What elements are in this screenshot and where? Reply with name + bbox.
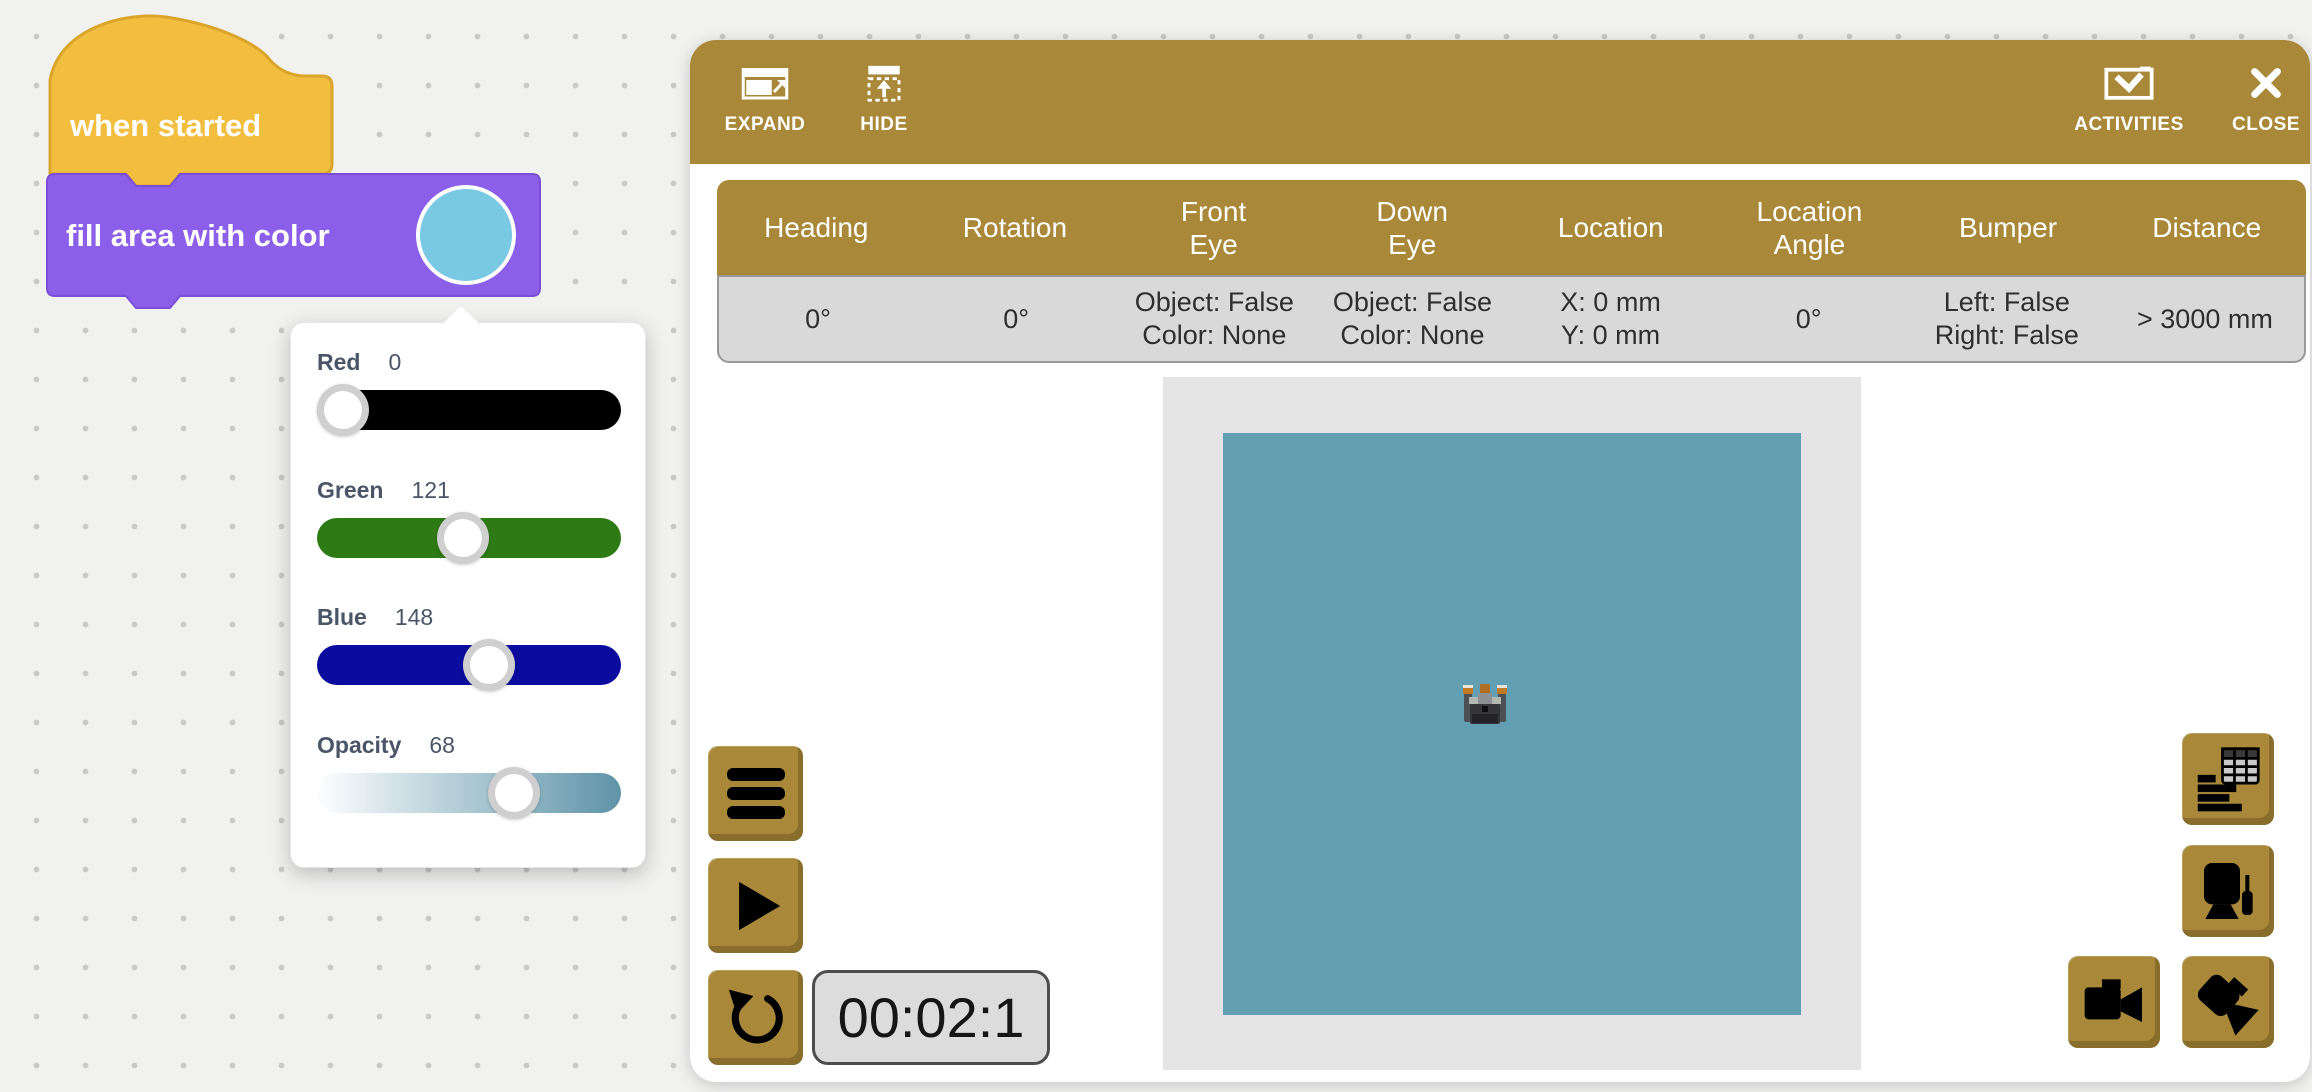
col-down-eye: DownEye: [1313, 180, 1512, 275]
close-label: CLOSE: [2232, 114, 2300, 136]
expand-button[interactable]: EXPAND: [715, 56, 815, 152]
timer-display: 00:02:1: [812, 970, 1050, 1065]
col-location: Location: [1512, 180, 1711, 275]
reset-button[interactable]: [708, 970, 803, 1065]
activities-button[interactable]: ACTIVITIES: [2064, 56, 2194, 152]
camera-view-button[interactable]: [2182, 845, 2274, 937]
green-slider-value: 121: [411, 477, 449, 504]
blue-slider-track[interactable]: [317, 645, 621, 685]
sensor-dashboard-table: Heading Rotation FrontEye DownEye Locati…: [717, 180, 2306, 363]
fill-area-block[interactable]: fill area with color: [47, 174, 540, 308]
color-picker-popup: Red 0 Green 121 Blue 148 Opacity 68: [290, 322, 646, 868]
page: { "blocks": { "when_started": "when star…: [0, 0, 2312, 1092]
hide-button[interactable]: HIDE: [834, 56, 934, 152]
red-slider-row: Red 0: [317, 349, 621, 430]
col-rotation: Rotation: [916, 180, 1115, 275]
video-camera-tilted-icon: [2183, 957, 2273, 1047]
opacity-slider-thumb[interactable]: [488, 767, 540, 819]
col-front-eye: FrontEye: [1114, 180, 1313, 275]
snapshot-button[interactable]: [2182, 956, 2274, 1048]
menu-button[interactable]: [708, 746, 803, 841]
reset-icon: [725, 987, 787, 1049]
record-video-button[interactable]: [2068, 956, 2160, 1048]
when-started-block[interactable]: when started: [50, 16, 332, 186]
activities-icon: [2104, 56, 2154, 110]
opacity-slider-value: 68: [429, 732, 455, 759]
front-eye-value: Object: FalseColor: None: [1115, 277, 1313, 361]
location-value: X: 0 mmY: 0 mm: [1512, 277, 1710, 361]
blue-slider-row: Blue 148: [317, 604, 621, 685]
block-workspace: when started fill area with color: [40, 8, 560, 344]
col-location-angle: LocationAngle: [1710, 180, 1909, 275]
when-started-label: when started: [69, 108, 261, 143]
red-slider-thumb[interactable]: [317, 384, 369, 436]
monitor-icon: [2196, 859, 2260, 923]
red-slider-label: Red: [317, 349, 360, 376]
video-camera-icon: [2082, 970, 2146, 1034]
play-icon: [727, 877, 785, 935]
activities-label: ACTIVITIES: [2074, 114, 2184, 136]
bumper-value: Left: FalseRight: False: [1908, 277, 2106, 361]
distance-value: > 3000 mm: [2106, 277, 2304, 361]
opacity-slider-row: Opacity 68: [317, 732, 621, 813]
opacity-slider-track[interactable]: [317, 773, 621, 813]
close-icon: [2249, 56, 2283, 110]
opacity-slider-label: Opacity: [317, 732, 401, 759]
heading-value: 0°: [719, 277, 917, 361]
red-slider-value: 0: [388, 349, 401, 376]
col-bumper: Bumper: [1909, 180, 2108, 275]
simulation-mat: [1163, 377, 1861, 1070]
green-slider-track[interactable]: [317, 518, 621, 558]
playground-panel: EXPAND HIDE ACTIVITIES: [690, 40, 2310, 1082]
col-heading: Heading: [717, 180, 916, 275]
down-eye-value: Object: FalseColor: None: [1313, 277, 1511, 361]
rotation-value: 0°: [917, 277, 1115, 361]
fill-area-label: fill area with color: [66, 218, 330, 253]
expand-label: EXPAND: [725, 114, 806, 136]
green-slider-row: Green 121: [317, 477, 621, 558]
data-table-icon: [2195, 746, 2261, 812]
blue-slider-value: 148: [395, 604, 433, 631]
expand-icon: [741, 56, 789, 110]
hat-block-shape[interactable]: [50, 16, 332, 186]
location-angle-value: 0°: [1710, 277, 1908, 361]
sensor-table-header: Heading Rotation FrontEye DownEye Locati…: [717, 180, 2306, 275]
playground-toolbar: EXPAND HIDE ACTIVITIES: [690, 40, 2310, 164]
close-button[interactable]: CLOSE: [2216, 56, 2312, 152]
robot: [1462, 684, 1508, 728]
color-swatch[interactable]: [418, 187, 514, 283]
green-slider-thumb[interactable]: [437, 512, 489, 564]
menu-icon: [727, 768, 785, 819]
blue-slider-thumb[interactable]: [463, 639, 515, 691]
hide-icon: [864, 56, 904, 110]
col-distance: Distance: [2107, 180, 2306, 275]
blue-slider-label: Blue: [317, 604, 367, 631]
red-slider-track[interactable]: [317, 390, 621, 430]
sensor-table-row: 0° 0° Object: FalseColor: None Object: F…: [717, 275, 2306, 363]
green-slider-label: Green: [317, 477, 383, 504]
simulation-field: [1223, 433, 1801, 1015]
dashboard-toggle-button[interactable]: [2182, 733, 2274, 825]
hide-label: HIDE: [860, 114, 907, 136]
play-button[interactable]: [708, 858, 803, 953]
